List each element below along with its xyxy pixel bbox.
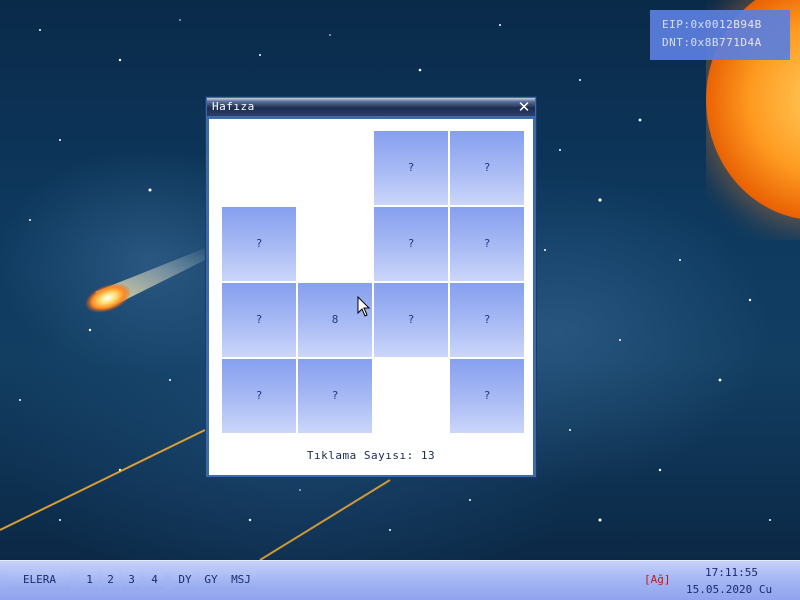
memory-cell-empty: [298, 207, 372, 281]
memory-card[interactable]: ?: [222, 207, 296, 281]
memory-card[interactable]: ?: [450, 131, 524, 205]
close-icon[interactable]: ✕: [516, 99, 532, 115]
memory-grid: ? ? ? ? ? ? 8 ? ? ? ? ?: [222, 131, 526, 435]
memory-card[interactable]: ?: [450, 359, 524, 433]
clock-date: 15.05.2020 Cu: [686, 583, 773, 596]
window-content: ? ? ? ? ? ? 8 ? ? ? ? ? Tıklama Sayısı: …: [209, 119, 533, 475]
memory-card[interactable]: ?: [222, 283, 296, 357]
memory-card[interactable]: ?: [450, 283, 524, 357]
eip-register: EIP:0x0012B94B: [662, 18, 762, 31]
memory-card[interactable]: ?: [374, 283, 448, 357]
memory-game-window: Hafıza ✕ ? ? ? ? ? ? 8 ? ? ? ? ? Tıklama…: [205, 96, 537, 478]
workspace-button-2[interactable]: 2: [101, 570, 120, 590]
memory-cell-empty: [374, 359, 448, 433]
memory-card[interactable]: ?: [222, 359, 296, 433]
workspace-button-1[interactable]: 1: [80, 570, 99, 590]
clock-time: 17:11:55: [705, 566, 758, 579]
start-button[interactable]: ELERA: [9, 570, 70, 590]
memory-cell-empty: [222, 131, 296, 205]
memory-card[interactable]: ?: [374, 131, 448, 205]
workspace-button-4[interactable]: 4: [145, 570, 164, 590]
app-button-dy[interactable]: DY: [173, 570, 197, 590]
memory-card[interactable]: ?: [450, 207, 524, 281]
app-button-msj[interactable]: MSJ: [225, 570, 257, 590]
memory-card[interactable]: ?: [374, 207, 448, 281]
memory-card[interactable]: ?: [298, 359, 372, 433]
dnt-register: DNT:0x8B771D4A: [662, 36, 762, 49]
click-counter: Tıklama Sayısı: 13: [306, 449, 436, 462]
workspace-button-3[interactable]: 3: [122, 570, 141, 590]
memory-cell-empty: [298, 131, 372, 205]
window-titlebar[interactable]: Hafıza ✕: [207, 98, 535, 116]
memory-card-revealed[interactable]: 8: [298, 283, 372, 357]
network-status[interactable]: [Ağ]: [644, 573, 671, 586]
taskbar: ELERA 1 2 3 4 DY GY MSJ [Ağ] 17:11:55 15…: [0, 560, 800, 600]
window-title: Hafıza: [212, 100, 255, 113]
debug-info-box: EIP:0x0012B94B DNT:0x8B771D4A: [650, 10, 790, 60]
mouse-pointer-icon: [357, 296, 371, 317]
app-button-gy[interactable]: GY: [199, 570, 223, 590]
